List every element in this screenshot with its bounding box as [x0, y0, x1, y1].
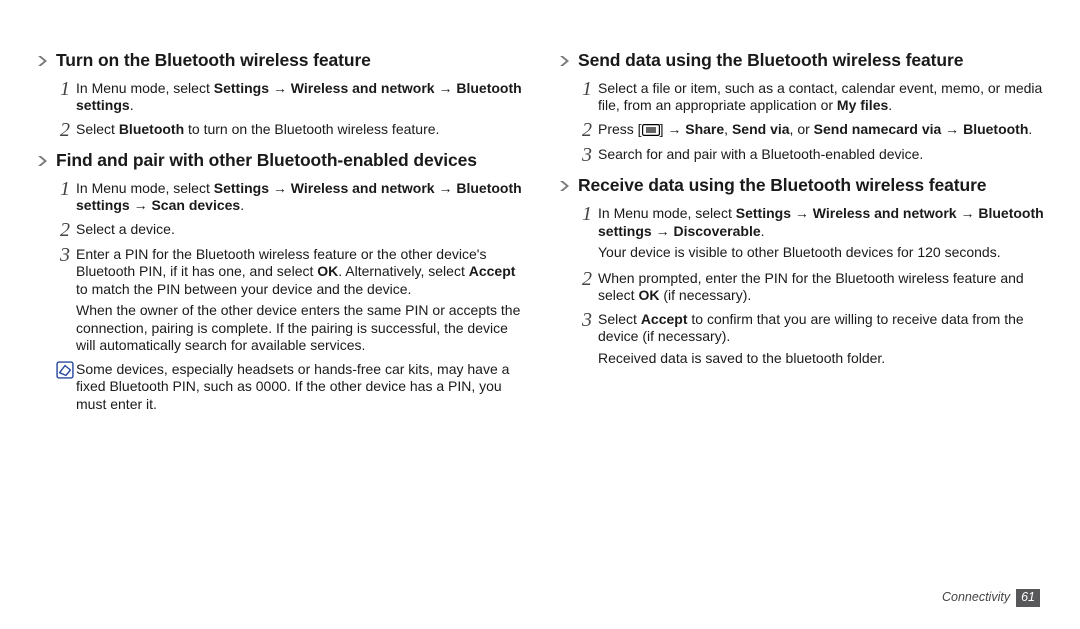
step-text: When prompted, enter the PIN for the Blu… [598, 268, 1044, 305]
step-text: Select a device. [76, 219, 522, 239]
section-title: Find and pair with other Bluetooth-enabl… [56, 150, 477, 172]
note: Some devices, especially headsets or han… [54, 361, 522, 414]
step-sub-text: When the owner of the other device enter… [76, 302, 522, 355]
chevron-icon [558, 179, 572, 193]
menu-key-icon [642, 123, 660, 141]
step-number: 1 [54, 78, 76, 99]
step-text: In Menu mode, select Settings → Wireless… [76, 78, 522, 115]
section-title: Turn on the Bluetooth wireless feature [56, 50, 371, 72]
note-text: Some devices, especially headsets or han… [76, 361, 522, 414]
step: 3 Select Accept to confirm that you are … [576, 309, 1044, 346]
section-heading: Receive data using the Bluetooth wireles… [558, 175, 1044, 197]
section-title: Receive data using the Bluetooth wireles… [578, 175, 986, 197]
step-text: Select Bluetooth to turn on the Bluetoot… [76, 119, 522, 139]
chevron-icon [36, 154, 50, 168]
step: 2 Select a device. [54, 219, 522, 240]
step: 2 Press [ ] → Share, Send via, or Send n… [576, 119, 1044, 141]
step: 3 Search for and pair with a Bluetooth-e… [576, 144, 1044, 165]
step: 1 In Menu mode, select Settings → Wirele… [54, 178, 522, 215]
step-number: 1 [54, 178, 76, 199]
section-heading: Send data using the Bluetooth wireless f… [558, 50, 1044, 72]
section-heading: Turn on the Bluetooth wireless feature [36, 50, 522, 72]
footer-section: Connectivity [942, 590, 1010, 606]
note-icon [54, 361, 76, 384]
step-number: 3 [54, 244, 76, 265]
step-number: 1 [576, 203, 598, 224]
step: 1 Select a file or item, such as a conta… [576, 78, 1044, 115]
step: 1 In Menu mode, select Settings → Wirele… [54, 78, 522, 115]
chevron-icon [36, 54, 50, 68]
step-sub-text: Your device is visible to other Bluetoot… [598, 244, 1044, 262]
step-number: 1 [576, 78, 598, 99]
step-sub-text: Received data is saved to the bluetooth … [598, 350, 1044, 368]
step: 1 In Menu mode, select Settings → Wirele… [576, 203, 1044, 240]
step-number: 2 [54, 219, 76, 240]
footer-page-number: 61 [1016, 589, 1040, 607]
step-number: 3 [576, 309, 598, 330]
step-text: In Menu mode, select Settings → Wireless… [598, 203, 1044, 240]
step-text: Enter a PIN for the Bluetooth wireless f… [76, 244, 522, 299]
step-number: 2 [54, 119, 76, 140]
step-text: Select a file or item, such as a contact… [598, 78, 1044, 115]
section-title: Send data using the Bluetooth wireless f… [578, 50, 963, 72]
step-number: 2 [576, 119, 598, 140]
chevron-icon [558, 54, 572, 68]
step-number: 3 [576, 144, 598, 165]
section-heading: Find and pair with other Bluetooth-enabl… [36, 150, 522, 172]
step-number: 2 [576, 268, 598, 289]
step-text: Search for and pair with a Bluetooth-ena… [598, 144, 1044, 164]
step-text: Press [ ] → Share, Send via, or Send nam… [598, 119, 1044, 141]
step: 2 Select Bluetooth to turn on the Blueto… [54, 119, 522, 140]
step-text: In Menu mode, select Settings → Wireless… [76, 178, 522, 215]
step: 2 When prompted, enter the PIN for the B… [576, 268, 1044, 305]
page-footer: Connectivity 61 [942, 589, 1040, 607]
step: 3 Enter a PIN for the Bluetooth wireless… [54, 244, 522, 299]
step-text: Select Accept to confirm that you are wi… [598, 309, 1044, 346]
